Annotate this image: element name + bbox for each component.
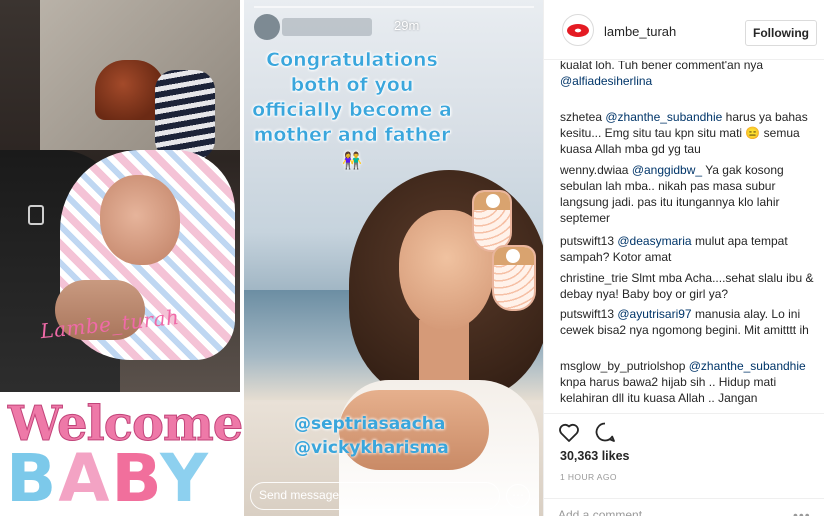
story-avatar xyxy=(254,14,280,40)
story-mentions: @septriasaacha @vickykharisma xyxy=(294,412,449,460)
congrats-line: Congratulations both of you officially b… xyxy=(252,49,452,147)
sleeve-logo-icon xyxy=(28,205,44,225)
baby-letter: B xyxy=(6,440,59,516)
baby-face xyxy=(100,175,180,265)
welcome-baby-graphic: Welcome BABY xyxy=(0,392,244,516)
post-image[interactable]: Lambe_turah Welcome BABY 29m Congratulat… xyxy=(0,0,543,516)
couple-emoji-icon: 👫 xyxy=(342,151,362,171)
post-header: lambe_turah Following xyxy=(544,0,824,60)
comment-mention-link[interactable]: @deasymaria xyxy=(617,234,691,248)
baby-letter: Y xyxy=(160,440,210,516)
add-comment-input[interactable] xyxy=(558,508,778,516)
lips-logo-icon xyxy=(567,24,589,37)
story-progress-bar xyxy=(254,6,534,8)
comment-item: szhetea @zhanthe_subandhie harus ya baha… xyxy=(560,109,822,157)
bunny-icon xyxy=(506,249,520,263)
baby-letter: A xyxy=(58,440,112,516)
following-button[interactable]: Following xyxy=(745,20,817,46)
mention-tag: @septriasaacha xyxy=(294,414,446,434)
comment-item: christine_trie Slmt mba Acha....sehat sl… xyxy=(560,270,822,302)
story-more-icon: ⋯ xyxy=(506,484,530,508)
comment-username[interactable]: msglow_by_putriolshop xyxy=(560,359,685,373)
comment-text: knpa harus bawa2 hijab sih .. Hidup mati… xyxy=(560,375,777,405)
avatar[interactable] xyxy=(562,14,594,46)
story-username-blurred xyxy=(282,18,372,36)
baby-socks-sticker xyxy=(472,190,542,320)
comment-list: kualat loh. Tuh bener comment'an nya @al… xyxy=(544,61,824,413)
comment-username[interactable]: szhetea xyxy=(560,110,602,124)
congratulations-text: Congratulations both of you officially b… xyxy=(252,48,452,173)
more-options-icon[interactable]: ••• xyxy=(793,507,811,516)
comment-username[interactable]: putswift13 xyxy=(560,307,614,321)
add-comment-bar: ••• xyxy=(544,498,824,516)
username-link[interactable]: lambe_turah xyxy=(604,24,676,39)
post-sidebar: lambe_turah Following kualat loh. Tuh be… xyxy=(543,0,824,516)
comment-username[interactable]: christine_trie xyxy=(560,271,628,285)
comment-item: kualat loh. Tuh bener comment'an nya @al… xyxy=(560,61,822,89)
sock-icon xyxy=(472,190,512,252)
send-message-field: Send message xyxy=(250,482,500,510)
comment-icon[interactable] xyxy=(593,420,617,444)
heart-icon[interactable] xyxy=(557,420,581,444)
baby-letter: B xyxy=(111,440,161,516)
comment-item: putswift13 @deasymaria mulut apa tempat … xyxy=(560,233,822,265)
story-time: 29m xyxy=(394,18,420,33)
mention-tag: @vickykharisma xyxy=(294,438,449,458)
likes-count[interactable]: 30,363 likes xyxy=(560,449,630,463)
comment-mention-link[interactable]: @alfiadesiherlina xyxy=(560,74,652,88)
comment-username[interactable]: putswift13 xyxy=(560,234,614,248)
comment-mention-link[interactable]: @zhanthe_subandhie xyxy=(605,110,722,124)
comment-mention-link[interactable]: @anggidbw_ xyxy=(632,163,702,177)
comment-mention-link[interactable]: @ayutrisari97 xyxy=(617,307,691,321)
striped-cloth xyxy=(155,70,215,160)
comment-username[interactable]: wenny.dwiaa xyxy=(560,163,628,177)
sock-icon xyxy=(492,245,536,311)
post-actions: 30,363 likes 1 HOUR AGO ••• xyxy=(544,413,824,516)
comment-item: msglow_by_putriolshop @zhanthe_subandhie… xyxy=(560,358,822,406)
baby-photo: Lambe_turah xyxy=(0,0,240,400)
comment-item: putswift13 @ayutrisari97 manusia alay. L… xyxy=(560,306,822,338)
baby-text: BABY xyxy=(6,446,210,512)
comment-text: kualat loh. Tuh bener comment'an nya xyxy=(560,61,764,72)
comment-mention-link[interactable]: @zhanthe_subandhie xyxy=(689,359,806,373)
bunny-icon xyxy=(486,194,500,208)
story-screenshot: 29m Congratulations both of you official… xyxy=(244,0,543,516)
comment-item: wenny.dwiaa @anggidbw_ Ya gak kosong seb… xyxy=(560,162,822,226)
post-timestamp: 1 HOUR AGO xyxy=(560,472,617,482)
